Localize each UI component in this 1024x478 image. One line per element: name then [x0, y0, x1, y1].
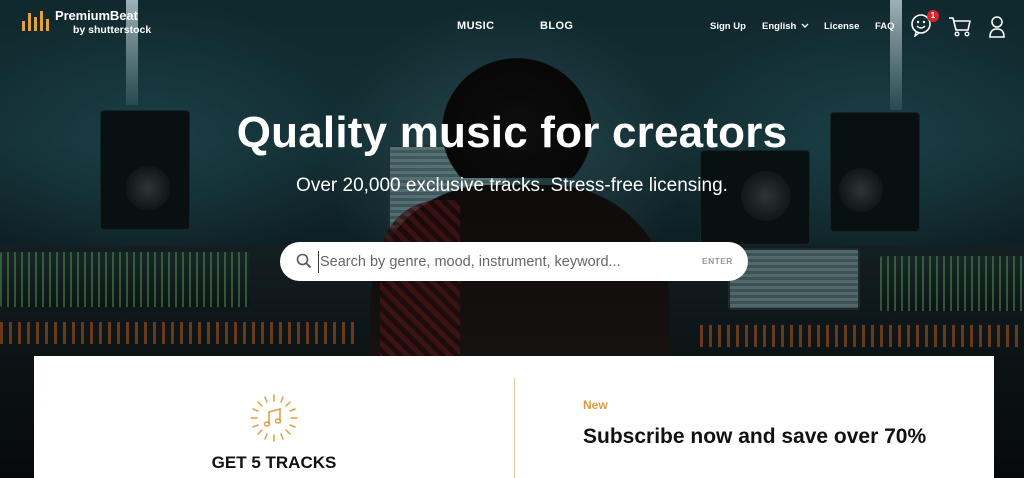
license-link[interactable]: License [824, 21, 859, 32]
promo-card: GET 5 TRACKS New Subscribe now and save … [34, 356, 994, 478]
search-icon[interactable] [296, 253, 312, 269]
music-note-sparkle-icon [250, 394, 298, 442]
new-label: New [583, 398, 608, 412]
support-button[interactable]: 1 [910, 10, 939, 42]
search-enter-hint[interactable]: ENTER [702, 256, 733, 266]
get-tracks-label: GET 5 TRACKS [211, 453, 337, 472]
logo-bars-icon [22, 11, 49, 31]
search-input[interactable] [318, 251, 678, 273]
chevron-down-icon [801, 23, 809, 28]
logo-title: PremiumBeat [55, 8, 138, 23]
get-tracks-panel[interactable]: GET 5 TRACKS [34, 356, 514, 478]
hero-title: Quality music for creators [236, 108, 788, 157]
sign-up-link[interactable]: Sign Up [710, 21, 746, 32]
nav-music-link[interactable]: MUSIC [457, 20, 494, 32]
notification-badge: 1 [927, 10, 939, 22]
logo-subtitle: by shutterstock [73, 24, 152, 36]
premiumbeat-logo[interactable]: PremiumBeat by shutterstock [22, 9, 151, 36]
nav-blog-link[interactable]: BLOG [540, 20, 573, 32]
search-bar: ENTER [280, 242, 748, 281]
hero-subtitle: Over 20,000 exclusive tracks. Stress-fre… [296, 175, 728, 196]
account-button[interactable] [988, 15, 1006, 44]
cart-icon [949, 17, 971, 37]
language-selector[interactable]: English [762, 21, 809, 32]
card-divider [514, 378, 515, 478]
subscribe-promo-title[interactable]: Subscribe now and save over 70% [583, 423, 943, 450]
faq-link[interactable]: FAQ [875, 21, 895, 32]
cart-button[interactable] [948, 16, 972, 43]
user-icon [989, 16, 1005, 38]
top-nav: PremiumBeat by shutterstock MUSIC BLOG S… [0, 0, 1024, 52]
language-label: English [762, 21, 797, 32]
